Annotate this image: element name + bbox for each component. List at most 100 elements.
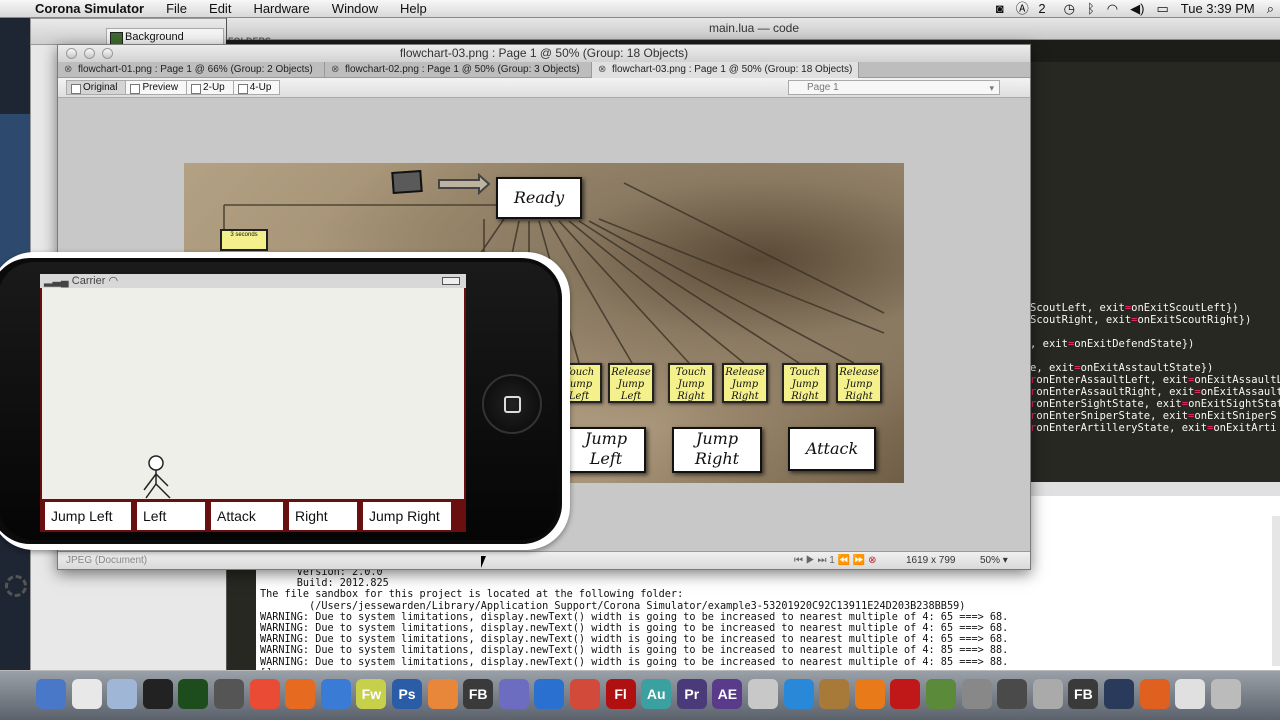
transition-sticky: Release Jump Right: [722, 363, 768, 403]
time-machine-icon[interactable]: ◷: [1058, 0, 1081, 18]
simulator-screen[interactable]: ▂▃▄ Carrier ◠ Jump Left Left Attack Righ…: [40, 274, 466, 532]
reload-icon[interactable]: [570, 679, 600, 709]
safari-icon[interactable]: [320, 679, 351, 709]
console-output[interactable]: Version: 2.0.0 Build: 2012.825 The file s…: [256, 566, 1280, 679]
console-line: WARNING: Due to system limitations, disp…: [260, 634, 1009, 646]
trash-icon[interactable]: [1210, 679, 1241, 709]
home-button[interactable]: [482, 374, 542, 434]
flash-builder-2-icon[interactable]: FB: [1068, 679, 1099, 709]
menu-help[interactable]: Help: [389, 0, 438, 18]
sublime-text-icon[interactable]: [427, 679, 458, 709]
menu-file[interactable]: File: [155, 0, 198, 18]
menu-edit[interactable]: Edit: [198, 0, 242, 18]
close-tab-icon[interactable]: ⊗: [598, 62, 606, 77]
code-line: e, exit=onExitAsstaultState}): [1030, 362, 1214, 374]
premiere-icon[interactable]: Pr: [676, 679, 707, 709]
mode-4up-button[interactable]: 4-Up: [232, 80, 281, 95]
game-icon[interactable]: [819, 679, 850, 709]
chrome-icon[interactable]: [249, 679, 280, 709]
flash-icon[interactable]: Fl: [605, 679, 636, 709]
menu-hardware[interactable]: Hardware: [242, 0, 320, 18]
flash-builder-icon[interactable]: FB: [463, 679, 494, 709]
mode-original-button[interactable]: Original: [66, 80, 127, 95]
console-scrollbar[interactable]: [1272, 516, 1280, 666]
signal-icon: ▂▃▄: [44, 275, 69, 287]
console-panel: [1030, 496, 1280, 566]
vlc-icon[interactable]: [854, 679, 885, 709]
corona-icon[interactable]: [997, 679, 1028, 709]
panel-divider[interactable]: [1030, 482, 1280, 496]
left-button[interactable]: Left: [136, 501, 206, 531]
preview-titlebar: flowchart-03.png : Page 1 @ 50% (Group: …: [58, 45, 1030, 62]
battery-icon[interactable]: ▭: [1150, 0, 1174, 18]
transition-sticky: Touch Jump Right: [668, 363, 714, 403]
preview-tab-label: flowchart-01.png : Page 1 @ 66% (Group: …: [78, 64, 313, 75]
mode-2up-button[interactable]: 2-Up: [186, 80, 234, 95]
jump-left-button[interactable]: Jump Left: [44, 501, 132, 531]
zoom-select[interactable]: 50% ▾: [980, 552, 1008, 569]
adobe-icon[interactable]: Ⓐ 2: [1010, 0, 1058, 18]
minimize-window-button[interactable]: [84, 48, 95, 59]
preview-tab-3[interactable]: ⊗ flowchart-03.png : Page 1 @ 50% (Group:…: [592, 62, 859, 78]
jetbrains-icon[interactable]: [534, 679, 565, 709]
app-menu[interactable]: Corona Simulator: [24, 0, 155, 18]
stop-icon[interactable]: ⊗: [868, 555, 876, 566]
terminal-icon[interactable]: [142, 679, 173, 709]
projector-icon[interactable]: [961, 679, 992, 709]
activity-monitor-icon[interactable]: [178, 679, 209, 709]
presenter-icon[interactable]: [890, 679, 921, 709]
facetime-icon[interactable]: [783, 679, 814, 709]
utility-icon[interactable]: [1032, 679, 1063, 709]
console-line: WARNING: Due to system limitations, disp…: [260, 611, 1009, 623]
dashboard-icon[interactable]: [214, 679, 244, 709]
attack-button[interactable]: Attack: [210, 501, 284, 531]
volume-icon[interactable]: ◀): [1124, 0, 1150, 18]
close-tab-icon[interactable]: ⊗: [64, 62, 72, 77]
image-dimensions: 1619 x 799: [906, 555, 956, 566]
clapper-icon[interactable]: [1104, 679, 1134, 709]
doc-type-label: JPEG (Document): [66, 555, 148, 566]
preview-tab-1[interactable]: ⊗ flowchart-01.png : Page 1 @ 66% (Group:…: [58, 62, 325, 78]
console-line: (/Users/jessewarden/Library/Application …: [260, 600, 966, 612]
timer-note: 3 seconds: [220, 229, 268, 251]
code-line: ronEnterSniperState, exit=onExitSniperS: [1030, 410, 1277, 422]
right-button[interactable]: Right: [288, 501, 358, 531]
bird-icon[interactable]: [748, 679, 778, 709]
stick-figure-player: [143, 455, 171, 499]
code-window-title: main.lua — code: [227, 18, 1280, 40]
menu-window[interactable]: Window: [321, 0, 389, 18]
preview-tab-2[interactable]: ⊗ flowchart-02.png : Page 1 @ 50% (Group:…: [325, 62, 592, 78]
clock[interactable]: Tue 3:39 PM: [1175, 0, 1261, 18]
close-tab-icon[interactable]: ⊗: [331, 62, 339, 77]
after-effects-icon[interactable]: AE: [712, 679, 743, 709]
page-nav-controls[interactable]: ⏮ ▶ ⏭ 1 ⏪ ⏩ ⊗: [794, 552, 876, 569]
screen-recorder-icon[interactable]: ◙: [990, 0, 1010, 18]
browser-icon[interactable]: [498, 679, 529, 709]
wifi-icon[interactable]: ◠: [1101, 0, 1124, 18]
audition-icon[interactable]: Au: [641, 679, 672, 709]
photoshop-icon[interactable]: Ps: [392, 679, 422, 709]
code-line: ronEnterArtilleryState, exit=onExitArti: [1030, 422, 1277, 434]
console-line: The file sandbox for this project is loc…: [260, 589, 684, 601]
window-controls: [66, 48, 113, 59]
preview-icon[interactable]: [107, 679, 138, 709]
close-window-button[interactable]: [66, 48, 77, 59]
spotlight-search-icon[interactable]: ⌕: [1261, 0, 1280, 18]
ready-state-card: Ready: [496, 177, 582, 219]
preview-tab-label: flowchart-02.png : Page 1 @ 50% (Group: …: [345, 64, 580, 75]
fireworks-icon[interactable]: Fw: [356, 679, 387, 709]
firefox-icon[interactable]: [285, 679, 316, 709]
document-icon[interactable]: [1175, 679, 1206, 709]
code-view[interactable]: ScoutLeft, exit=onExitScoutLeft}) ScoutRi…: [1030, 302, 1280, 434]
jump-right-button[interactable]: Jump Right: [362, 501, 452, 531]
preview-tabs: ⊗ flowchart-01.png : Page 1 @ 66% (Group:…: [58, 62, 1030, 78]
mode-preview-button[interactable]: Preview: [125, 80, 188, 95]
textedit-icon[interactable]: [71, 679, 102, 709]
minecraft-icon[interactable]: [926, 679, 956, 709]
finder-icon[interactable]: [36, 679, 66, 709]
lifebuoy-icon[interactable]: [1139, 679, 1170, 709]
bluetooth-icon[interactable]: ᛒ: [1081, 0, 1101, 18]
zoom-window-button[interactable]: [102, 48, 113, 59]
page-select[interactable]: Page 1: [788, 80, 1000, 95]
